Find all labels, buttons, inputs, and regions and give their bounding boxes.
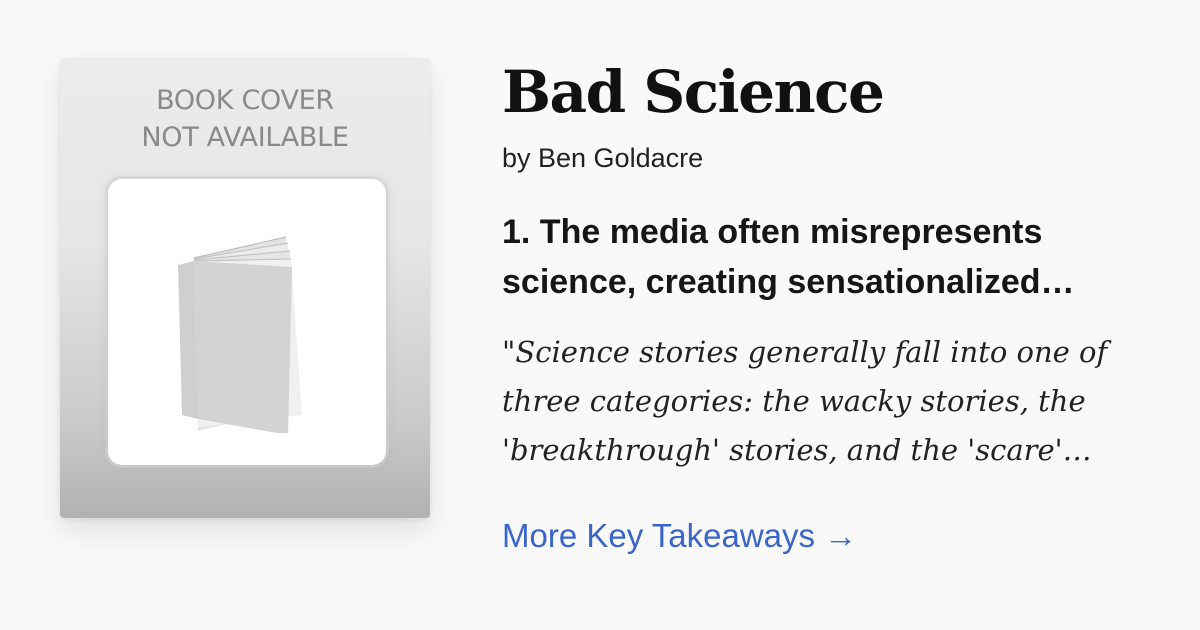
quote-line-2: three categories: the wacky stories, the — [502, 384, 1086, 418]
key-takeaway-heading: 1. The media often misrepresents science… — [502, 207, 1162, 307]
quote-line-1: "Science stories generally fall into one… — [502, 335, 1108, 369]
book-icon — [178, 236, 302, 433]
book-author: by Ben Goldacre — [502, 143, 704, 173]
book-quote: "Science stories generally fall into one… — [502, 328, 1162, 475]
cover-image-panel — [108, 179, 386, 465]
cover-unavailable-text: BOOK COVER NOT AVAILABLE — [60, 82, 430, 156]
quote-line-3: 'breakthrough' stories, and the 'scare'… — [502, 433, 1092, 467]
cover-text-line-1: BOOK COVER — [156, 85, 334, 116]
takeaway-line-1: 1. The media often misrepresents — [502, 213, 1043, 251]
book-title: Bad Science — [502, 58, 885, 126]
cover-text-line-2: NOT AVAILABLE — [141, 122, 349, 153]
more-key-takeaways-link[interactable]: More Key Takeaways → — [502, 512, 857, 560]
takeaway-line-2: science, creating sensationalized… — [502, 263, 1075, 301]
book-cover-placeholder: BOOK COVER NOT AVAILABLE — [60, 58, 430, 518]
